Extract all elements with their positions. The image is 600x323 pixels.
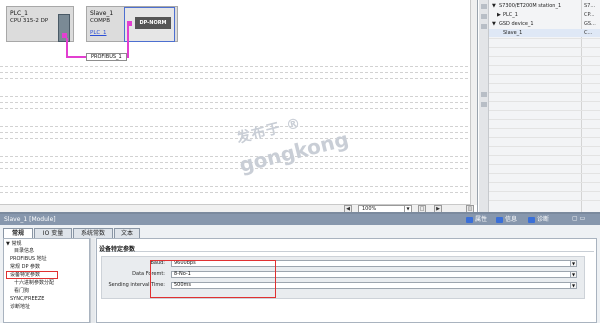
tab-label: 诊断 — [537, 216, 550, 223]
tab-label: 信息 — [505, 216, 518, 223]
tree-row-label: GSD device_1 — [499, 21, 534, 27]
tree-row[interactable]: ▶ PLC_1 CP... — [489, 11, 600, 19]
divider — [489, 137, 600, 138]
expand-icon[interactable]: ▼ — [492, 2, 496, 10]
tree-row-label: S7300/ET200M station_1 — [499, 3, 562, 9]
tab-system-constants[interactable]: 系统常数 — [73, 228, 113, 238]
divider — [489, 155, 600, 156]
chevron-down-icon: ▼ — [570, 272, 576, 277]
tree-row[interactable]: ▼ GSD device_1 GS... — [489, 20, 600, 28]
tree-row-label: PLC_1 — [503, 12, 518, 18]
tab-diagnostics[interactable]: 诊断 — [528, 216, 549, 224]
toolbar-icon[interactable] — [481, 4, 487, 9]
tree-row-type: C... — [584, 30, 593, 36]
divider — [489, 182, 600, 183]
info-icon — [496, 217, 503, 223]
plc-name: PLC_1 — [10, 10, 28, 17]
tab-label: 属性 — [475, 216, 488, 223]
tree-row-label: Slave_1 — [503, 30, 523, 36]
divider — [489, 146, 600, 147]
divider — [489, 56, 600, 57]
inspector-window: Slave_1 [Module] 属性 信息 诊断 ▢ ▭ 常规 IO 变量 系… — [0, 212, 600, 323]
divider — [489, 119, 600, 120]
toolbar-icon[interactable] — [481, 92, 487, 97]
section-title: 设备特定参数 — [99, 244, 594, 253]
nav-item-hex-params[interactable]: 十六进制参数分配 — [14, 280, 54, 287]
expand-icon[interactable]: ▼ — [492, 20, 496, 28]
tab-io-tags[interactable]: IO 变量 — [34, 228, 72, 238]
chevron-down-icon: ▼ — [570, 283, 576, 288]
divider — [489, 110, 600, 111]
profibus-label[interactable]: PROFIBUS_1 — [86, 53, 127, 61]
profibus-line[interactable] — [66, 38, 68, 57]
tree-row-type: S7... — [584, 3, 596, 9]
params-highlight-frame — [150, 260, 276, 298]
tab-info[interactable]: 信息 — [496, 216, 517, 224]
divider — [489, 101, 600, 102]
nav-item-watchdog[interactable]: 看门狗 — [14, 288, 29, 295]
cpu-module-icon — [58, 14, 70, 42]
slave-module-label: DP-NORM — [135, 17, 171, 29]
divider — [489, 65, 600, 66]
plc-device[interactable]: PLC_1 CPU 315-2 DP — [6, 6, 74, 42]
slave-module-selection[interactable]: DP-NORM — [124, 7, 175, 42]
slave-name: Slave_1 — [90, 10, 114, 17]
nav-scrollbar[interactable] — [90, 238, 95, 323]
chevron-down-icon: ▼ — [570, 261, 576, 266]
expand-icon[interactable]: ▶ — [497, 11, 501, 19]
network-view[interactable]: PLC_1 CPU 315-2 DP Slave_1 COMPB PLC_1 D… — [0, 0, 478, 212]
tab-texts[interactable]: 文本 — [114, 228, 140, 238]
diagnostics-icon — [528, 217, 535, 223]
window-controls-icon[interactable]: ▢ ▭ — [572, 215, 585, 222]
divider — [489, 47, 600, 48]
nav-root-label: 常规 — [11, 241, 22, 247]
slave-type: COMPB — [90, 18, 111, 24]
toolbar-icon[interactable] — [481, 102, 487, 107]
divider — [489, 74, 600, 75]
tree-row-selected[interactable]: Slave_1 C... — [489, 29, 600, 37]
divider — [489, 173, 600, 174]
slave-master-link[interactable]: PLC_1 — [90, 30, 106, 36]
nav-item-sync-freeze[interactable]: SYNC/FREEZE — [10, 296, 44, 303]
network-vertical-scrollbar[interactable] — [470, 0, 477, 205]
divider — [489, 128, 600, 129]
tree-toolbar — [479, 0, 489, 212]
inspector-nav-tree: ▼ 常规 目录信息 PROFIBUS 地址 常规 DP 参数 设备特定参数 十六… — [3, 238, 90, 323]
divider — [489, 38, 600, 39]
device-tree-panel: ▼ S7300/ET200M station_1 S7... ▶ PLC_1 C… — [479, 0, 600, 212]
inspector-title: Slave_1 [Module] — [4, 216, 56, 223]
divider — [489, 200, 600, 201]
tab-properties[interactable]: 属性 — [466, 216, 487, 224]
nav-item-diag-address[interactable]: 诊断地址 — [10, 304, 30, 311]
nav-item-profibus-address[interactable]: PROFIBUS 地址 — [10, 256, 47, 263]
inspector-titlebar: Slave_1 [Module] 属性 信息 诊断 ▢ ▭ — [0, 214, 600, 225]
divider — [489, 191, 600, 192]
toolbar-icon[interactable] — [481, 24, 487, 29]
nav-item-dp-params[interactable]: 常规 DP 参数 — [10, 264, 40, 271]
plc-type: CPU 315-2 DP — [10, 18, 49, 24]
nav-item-catalog[interactable]: 目录信息 — [14, 248, 34, 255]
tree-row-type: GS... — [584, 21, 596, 27]
divider — [489, 92, 600, 93]
tree-row-type: CP... — [584, 12, 595, 18]
toolbar-icon[interactable] — [481, 14, 487, 19]
tree-row[interactable]: ▼ S7300/ET200M station_1 S7... — [489, 2, 600, 10]
divider — [489, 164, 600, 165]
properties-icon — [466, 217, 473, 223]
divider — [489, 83, 600, 84]
tab-general[interactable]: 常规 — [3, 228, 33, 238]
nav-root[interactable]: ▼ 常规 — [6, 241, 21, 248]
profibus-line[interactable] — [127, 26, 129, 58]
nav-highlight-frame — [6, 271, 58, 279]
